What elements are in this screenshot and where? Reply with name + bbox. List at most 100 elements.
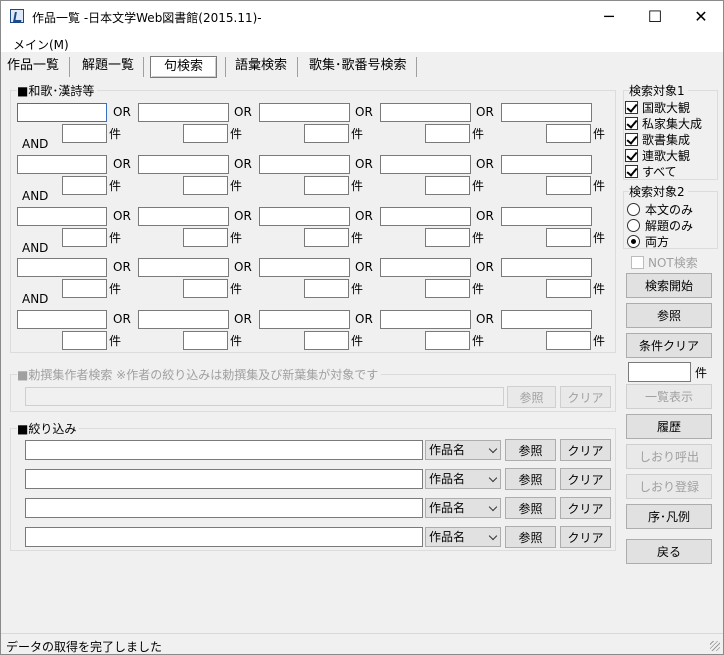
phrase-input-r1-c1[interactable] [17, 103, 107, 122]
target2-commentary-only[interactable]: 解題のみ [627, 217, 693, 234]
count-field-r5-c5 [546, 331, 591, 350]
phrase-input-r2-c1[interactable] [17, 155, 107, 174]
phrase-input-r5-c3[interactable] [259, 310, 350, 329]
target2-body-only[interactable]: 本文のみ [627, 201, 693, 218]
filter-input-1[interactable] [25, 440, 423, 460]
filter-ref-button-1[interactable]: 参照 [505, 439, 556, 461]
target1-renga-taikan[interactable]: 連歌大観 [625, 147, 690, 164]
phrase-input-r2-c5[interactable] [501, 155, 592, 174]
count-unit-label: 件 [351, 231, 364, 245]
count-unit-label: 件 [109, 282, 122, 296]
filter-type-select-3[interactable]: 作品名 [425, 498, 501, 518]
phrase-input-r3-c4[interactable] [380, 207, 471, 226]
phrase-input-r1-c4[interactable] [380, 103, 471, 122]
bookmark-load-button[interactable]: しおり呼出 [626, 444, 712, 469]
count-unit-label: 件 [593, 231, 606, 245]
target2-both[interactable]: 両方 [627, 233, 669, 250]
or-label: OR [113, 260, 131, 274]
or-label: OR [476, 260, 494, 274]
count-unit-label: 件 [351, 127, 364, 141]
clear-conditions-button[interactable]: 条件クリア [626, 333, 712, 358]
count-unit-label: 件 [109, 127, 122, 141]
tab-vocabulary-search[interactable]: 語彙検索 [235, 56, 287, 78]
tab-works-list[interactable]: 作品一覧 [7, 56, 59, 78]
author-clear-button[interactable]: クリア [560, 386, 611, 408]
target2-title: 検索対象2 [629, 183, 688, 200]
count-field-r5-c4 [425, 331, 470, 350]
menu-bar: メイン(M) [1, 32, 723, 52]
phrase-input-r3-c5[interactable] [501, 207, 592, 226]
menu-main[interactable]: メイン(M) [13, 36, 69, 53]
author-input[interactable] [25, 387, 504, 406]
tab-phrase-search[interactable]: 句検索 [150, 56, 218, 78]
filter-clear-button-3[interactable]: クリア [560, 497, 611, 519]
history-button[interactable]: 履歴 [626, 414, 712, 439]
phrase-input-r1-c5[interactable] [501, 103, 592, 122]
filter-type-select-4[interactable]: 作品名 [425, 527, 501, 547]
filter-ref-button-4[interactable]: 参照 [505, 526, 556, 548]
search-start-button[interactable]: 検索開始 [626, 273, 712, 298]
phrase-input-r2-c3[interactable] [259, 155, 350, 174]
phrase-input-r4-c5[interactable] [501, 258, 592, 277]
ref-button[interactable]: 参照 [626, 303, 712, 328]
phrase-input-r4-c3[interactable] [259, 258, 350, 277]
filter-clear-button-4[interactable]: クリア [560, 526, 611, 548]
filter-clear-button-2[interactable]: クリア [560, 468, 611, 490]
bookmark-save-button[interactable]: しおり登録 [626, 474, 712, 499]
checkbox-icon [625, 117, 638, 130]
phrase-input-r3-c1[interactable] [17, 207, 107, 226]
list-display-button[interactable]: 一覧表示 [626, 384, 712, 409]
maximize-button[interactable]: ☐ [632, 1, 678, 31]
tab-anthology-search[interactable]: 歌集･歌番号検索 [309, 56, 407, 78]
count-field-r3-c4 [425, 228, 470, 247]
phrase-input-r5-c1[interactable] [17, 310, 107, 329]
phrase-input-r2-c4[interactable] [380, 155, 471, 174]
filter-type-select-2[interactable]: 作品名 [425, 469, 501, 489]
and-label: AND [22, 292, 49, 306]
back-button[interactable]: 戻る [626, 539, 712, 564]
result-count-unit: 件 [695, 366, 708, 380]
checkbox-icon [625, 165, 638, 178]
phrase-input-r5-c5[interactable] [501, 310, 592, 329]
phrase-input-r4-c1[interactable] [17, 258, 107, 277]
status-bar: データの取得を完了しました [1, 633, 723, 654]
phrase-input-r5-c2[interactable] [138, 310, 229, 329]
or-label: OR [234, 105, 252, 119]
author-ref-button[interactable]: 参照 [507, 386, 556, 408]
target1-kasho-shusei[interactable]: 歌書集成 [625, 131, 690, 148]
count-unit-label: 件 [230, 127, 243, 141]
count-unit-label: 件 [109, 179, 122, 193]
filter-clear-button-1[interactable]: クリア [560, 439, 611, 461]
filter-input-4[interactable] [25, 527, 423, 547]
count-field-r4-c4 [425, 279, 470, 298]
target1-all[interactable]: すべて [625, 163, 677, 180]
filter-ref-button-3[interactable]: 参照 [505, 497, 556, 519]
count-unit-label: 件 [472, 231, 485, 245]
minimize-button[interactable]: ─ [586, 1, 632, 31]
phrase-input-r5-c4[interactable] [380, 310, 471, 329]
target1-kokka-taikan[interactable]: 国歌大観 [625, 99, 690, 116]
target1-shikashu-taisei[interactable]: 私家集大成 [625, 115, 702, 132]
filter-type-select-1[interactable]: 作品名 [425, 440, 501, 460]
filter-input-2[interactable] [25, 469, 423, 489]
count-field-r4-c1 [62, 279, 107, 298]
phrase-input-r4-c2[interactable] [138, 258, 229, 277]
or-label: OR [113, 105, 131, 119]
filter-ref-button-2[interactable]: 参照 [505, 468, 556, 490]
close-button[interactable]: ✕ [678, 1, 724, 31]
phrase-input-r3-c3[interactable] [259, 207, 350, 226]
phrase-input-r4-c4[interactable] [380, 258, 471, 277]
resize-grip-icon[interactable] [710, 641, 720, 651]
phrase-input-r1-c2[interactable] [138, 103, 229, 122]
count-field-r5-c3 [304, 331, 349, 350]
count-field-r2-c1 [62, 176, 107, 195]
phrase-input-r1-c3[interactable] [259, 103, 350, 122]
phrase-input-r2-c2[interactable] [138, 155, 229, 174]
count-field-r2-c2 [183, 176, 228, 195]
phrase-input-r3-c2[interactable] [138, 207, 229, 226]
not-search-checkbox[interactable]: NOT検索 [631, 254, 698, 271]
chevron-down-icon [488, 444, 498, 454]
tab-commentary-list[interactable]: 解題一覧 [82, 56, 134, 78]
filter-input-3[interactable] [25, 498, 423, 518]
legend-button[interactable]: 序･凡例 [626, 504, 712, 529]
